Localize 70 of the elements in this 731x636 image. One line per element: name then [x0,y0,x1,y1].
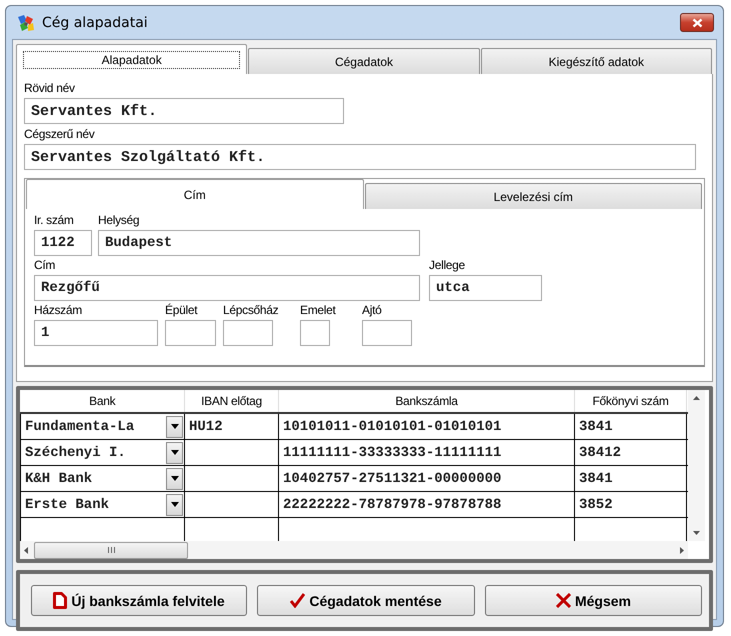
table-cell-text: Erste Bank [24,496,110,512]
field-label: Rövid név [24,80,76,96]
table-cell-text: HU12 [188,418,223,434]
input-field[interactable] [362,320,412,346]
table-cell-text: 11111111-33333333-11111111 [282,444,502,460]
input-field[interactable]: 1 [34,320,158,346]
vertical-scrollbar[interactable] [688,390,705,541]
close-button[interactable] [680,13,714,32]
caret-down-icon [170,424,178,429]
table-cell-text: 10101011-01010101-01010101 [282,418,502,434]
table-cell-text: 22222222-78787978-97878788 [282,496,502,512]
new-account-button[interactable]: Új bankszámla felvitele [31,585,247,616]
document-icon [53,592,68,609]
column-header: Bankszámla [395,394,458,408]
close-icon [556,593,571,608]
puzzle-icon [16,12,36,32]
dropdown-button[interactable] [166,494,183,516]
checkmark-icon [290,593,306,608]
input-field[interactable]: 1122 [34,230,92,256]
input-field[interactable]: Servantes Kft. [24,98,344,124]
table-cell-text: Széchenyi I. [24,444,126,460]
save-button[interactable]: Cégadatok mentése [257,585,475,616]
table-cell-text: 3841 [578,470,613,486]
window-title: Cég alapadatai [42,14,148,30]
column-header: IBAN előtag [201,394,262,408]
field-label: Helység [98,212,140,228]
dropdown-button[interactable] [166,468,183,490]
scrollbar-thumb[interactable] [34,542,188,558]
input-field[interactable]: Rezgőfű [34,275,420,301]
cancel-button[interactable]: Mégsem [485,585,702,616]
input-field[interactable] [300,320,330,346]
tab[interactable]: Levelezési cím [364,183,702,209]
table-cell-text: 38412 [578,444,622,460]
field-label: Emelet [300,302,337,318]
tab[interactable]: Cím [26,179,364,209]
tab[interactable]: Cégadatok [248,48,480,74]
table-cell-text: 3841 [578,418,613,434]
table-cell-text: 10402757-27511321-00000000 [282,470,502,486]
column-header: Főkönyvi szám [592,394,669,408]
field-label: Lépcsőház [223,302,280,318]
horizontal-scrollbar[interactable] [20,541,688,559]
field-label: Cégszerű név [24,126,96,142]
tab[interactable]: Alapadatok [16,44,248,74]
field-label: Cím [34,257,56,273]
caret-down-icon [170,502,178,507]
dropdown-button[interactable] [166,416,183,438]
close-icon [692,18,702,28]
grip-icon [108,547,114,553]
table-cell-text: 3852 [578,496,613,512]
column-header: Bank [89,394,116,408]
field-label: Épület [165,302,198,318]
scroll-right-icon[interactable] [680,546,684,554]
field-label: Ajtó [362,302,382,318]
caret-down-icon [170,476,178,481]
field-label: Házszám [34,302,83,318]
input-field[interactable] [165,320,216,346]
input-field[interactable]: Servantes Szolgáltató Kft. [24,144,696,170]
field-label: Ir. szám [34,212,75,228]
input-field[interactable]: Budapest [98,230,420,256]
input-field[interactable] [223,320,273,346]
caret-down-icon [170,450,178,455]
table-cell-text: Fundamenta-La [24,418,134,434]
scroll-left-icon[interactable] [24,546,28,554]
table-cell-text: K&H Bank [24,470,92,486]
scroll-up-icon[interactable] [693,396,700,400]
scroll-down-icon[interactable] [693,531,700,535]
field-label: Jellege [429,257,466,273]
dropdown-button[interactable] [166,442,183,464]
tab[interactable]: Kiegészítő adatok [480,48,712,74]
input-field[interactable]: utca [429,275,542,301]
